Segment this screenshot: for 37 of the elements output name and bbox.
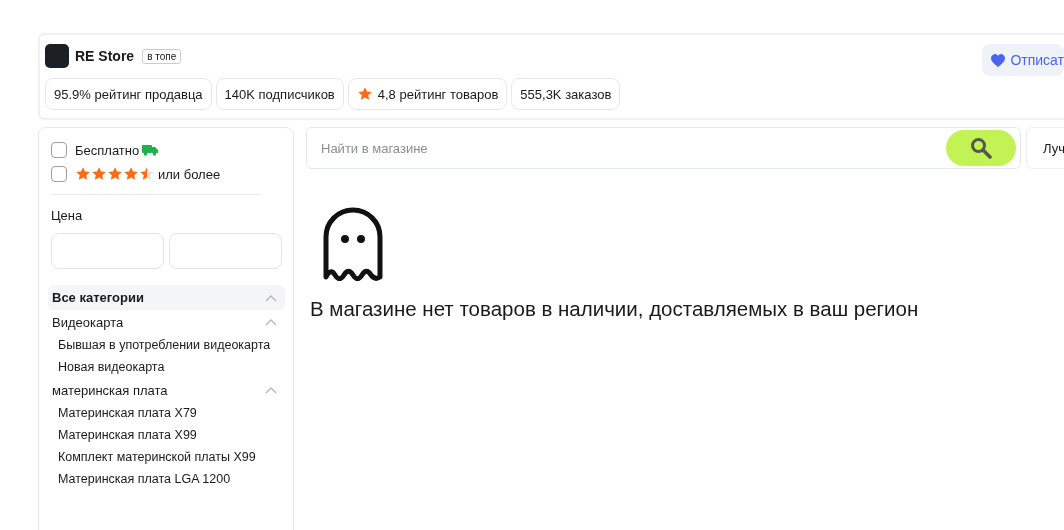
min-price-field[interactable] bbox=[51, 233, 164, 269]
search-icon bbox=[970, 137, 992, 159]
checkbox[interactable] bbox=[51, 166, 67, 182]
sort-dropdown[interactable]: Луч bbox=[1026, 127, 1064, 169]
star-icon bbox=[356, 86, 373, 102]
empty-state-message: В магазине нет товаров в наличии, доставляемых в ваш регион bbox=[310, 297, 920, 321]
subcategory-link[interactable]: Материнская плата LGA 1200 bbox=[48, 468, 280, 490]
subcategory-link[interactable]: Комплект материнской платы X99 bbox=[48, 446, 280, 468]
search-field[interactable]: Найти в магазине bbox=[306, 127, 1021, 169]
chevron-icon[interactable] bbox=[265, 293, 277, 302]
category-item[interactable]: Все категории bbox=[48, 285, 285, 310]
search-input[interactable]: Найти в магазине bbox=[319, 139, 946, 157]
store-logo bbox=[45, 44, 69, 68]
search-button[interactable] bbox=[946, 130, 1016, 166]
category-item[interactable]: Видеокарта bbox=[48, 310, 285, 334]
stat-chip: 140K подписчиков bbox=[215, 78, 344, 110]
chevron-icon[interactable] bbox=[265, 386, 277, 394]
filter-label: Бесплатно bbox=[75, 142, 140, 158]
stat-chip: 555,3K заказов bbox=[511, 78, 621, 110]
unsubscribe-button[interactable]: Отписат bbox=[982, 44, 1064, 76]
ghost-icon bbox=[322, 207, 384, 281]
subcategory-link[interactable]: Материнская плата X79 bbox=[48, 402, 280, 424]
stat-chip: 4,8 рейтинг товаров bbox=[347, 78, 508, 110]
subcategory-link[interactable]: Материнская плата X99 bbox=[48, 424, 280, 446]
max-price-field[interactable] bbox=[169, 233, 282, 269]
truck-icon bbox=[142, 144, 159, 156]
checkbox[interactable] bbox=[51, 142, 67, 158]
price-title: Цена bbox=[51, 208, 83, 223]
filter-label: или более bbox=[158, 166, 221, 182]
subcategory-link[interactable]: Бывшая в употреблении видеокарта bbox=[48, 334, 280, 356]
stat-chip: 95.9% рейтинг продавца bbox=[45, 78, 212, 110]
heart-icon bbox=[991, 53, 1006, 67]
top-badge: в топе bbox=[142, 48, 182, 64]
store-name: RE Store bbox=[75, 48, 135, 64]
subcategory-link[interactable]: Новая видеокарта bbox=[48, 356, 280, 378]
chevron-icon[interactable] bbox=[265, 318, 277, 326]
category-item[interactable]: материнская плата bbox=[48, 378, 285, 402]
